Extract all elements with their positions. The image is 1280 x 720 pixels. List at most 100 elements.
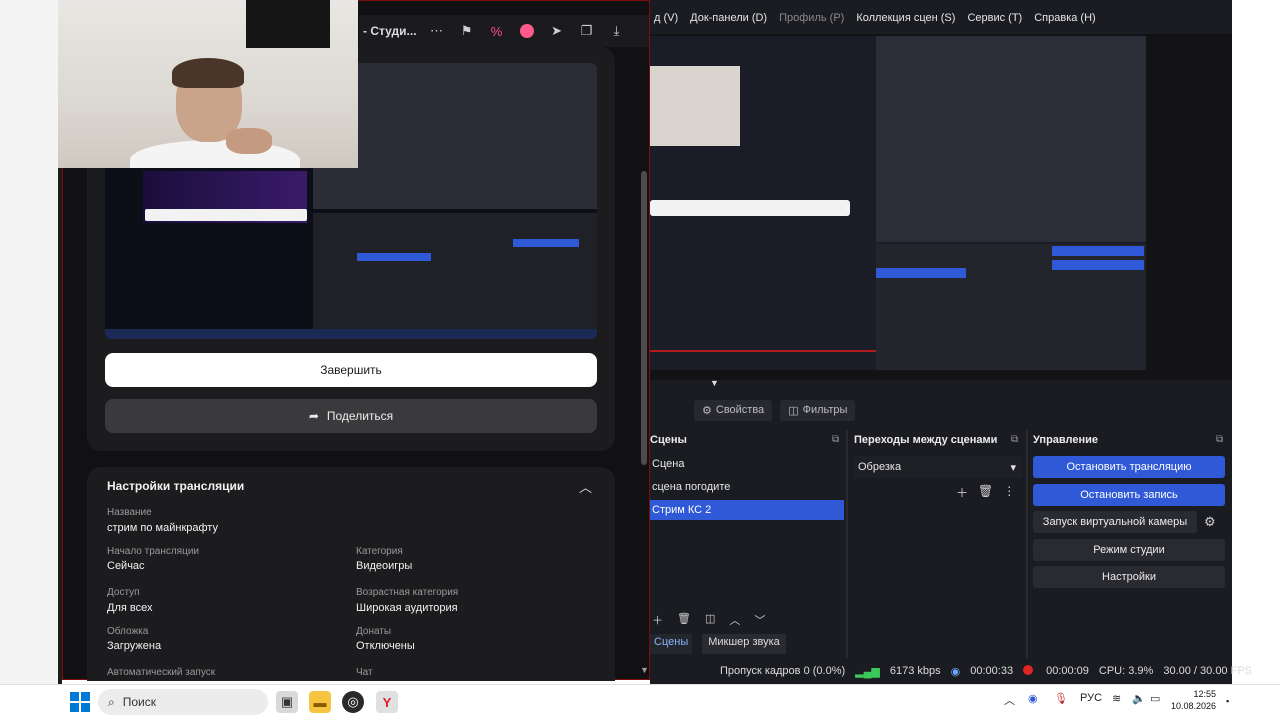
cursor-icon[interactable]: ➤ [547, 21, 567, 41]
menu-tools[interactable]: Сервис (T) [967, 12, 1022, 24]
controls-header: Управление [1033, 434, 1099, 446]
source-toolbar: ⚙ Свойства ◫ Фильтры [650, 396, 1232, 424]
browser-tab-title[interactable]: - Студи... [363, 24, 417, 38]
start-label: Начало трансляции [107, 546, 199, 557]
chat-label: Чат [356, 667, 373, 678]
browser-toolbar: - Студи... ⋯ ⚑ % ➤ ❐ ⤓ [359, 15, 649, 47]
settings-button[interactable]: Настройки [1033, 566, 1225, 588]
record-time: 00:00:09 [1046, 665, 1089, 677]
yandex-browser-icon[interactable]: Y [376, 691, 398, 713]
dock-tabs: Сцены Микшер звука [650, 634, 786, 654]
stop-stream-button[interactable]: Остановить трансляцию [1033, 456, 1225, 478]
record-icon [1023, 664, 1036, 678]
scroll-down-icon[interactable]: ▼ [640, 665, 649, 675]
finish-button[interactable]: Завершить [105, 353, 597, 387]
obs-statusbar: Пропуск кадров 0 (0.0%) ▂▄▆ 6173 kbps ◉ … [720, 662, 1252, 680]
tab-scenes[interactable]: Сцены [650, 634, 693, 654]
arrow-down-icon[interactable]: ﹀ [754, 612, 765, 628]
share-icon: ➦ [308, 409, 319, 423]
access-label: Доступ [107, 587, 140, 598]
dock-divider[interactable] [846, 430, 848, 658]
filter-icon[interactable]: ◫ [705, 612, 715, 628]
more-icon[interactable]: ⋯ [427, 21, 447, 41]
dropped-frames: Пропуск кадров 0 (0.0%) [720, 665, 846, 677]
collections-icon[interactable]: ❐ [577, 21, 597, 41]
scene-item-active[interactable]: Стрим КС 2 [650, 500, 844, 520]
bitrate-icon: ▂▄▆ [855, 665, 880, 678]
obs-preview-canvas[interactable] [650, 36, 1146, 370]
scenes-header: Сцены [650, 434, 687, 446]
scene-item[interactable]: Сцена [650, 454, 844, 474]
microphone-icon[interactable]: 🎙 [1054, 692, 1068, 705]
notification-icon[interactable]: ▪ [1226, 696, 1229, 706]
webcam-overlay [58, 0, 358, 168]
menu-view[interactable]: д (V) [654, 12, 678, 24]
transition-select[interactable]: Обрезка ▾ [854, 456, 1022, 478]
undock-icon[interactable]: ⧉ [1216, 434, 1223, 445]
transitions-header: Переходы между сценами [854, 434, 998, 446]
chevron-down-icon: ▾ [1010, 461, 1016, 474]
stop-recording-button[interactable]: Остановить запись [1033, 484, 1225, 506]
age-label: Возрастная категория [356, 587, 459, 598]
menu-docks[interactable]: Док-панели (D) [690, 12, 767, 24]
age-value: Широкая аудитория [356, 602, 458, 614]
tray-chevron-up-icon[interactable]: ︿ [1004, 692, 1015, 708]
name-value: стрим по майнкрафту [107, 522, 218, 534]
share-button-label: Поделиться [326, 409, 394, 423]
obs-tray-icon[interactable]: ◉ [1028, 692, 1038, 705]
virtual-camera-button[interactable]: Запуск виртуальной камеры [1033, 511, 1197, 533]
download-icon[interactable]: ⤓ [607, 21, 627, 41]
category-label: Категория [356, 546, 403, 557]
file-explorer-icon[interactable]: ▬ [309, 691, 331, 713]
scene-item[interactable]: сцена погодите [650, 477, 844, 497]
trash-icon[interactable]: 🗑 [677, 612, 691, 628]
obs-app-icon[interactable]: ◎ [342, 691, 364, 713]
taskbar-clock[interactable]: 12:55 10.08.2026 [1170, 688, 1216, 712]
category-value: Видеоигры [356, 560, 413, 572]
cover-label: Обложка [107, 626, 149, 637]
scene-tools: ＋ 🗑 ◫ ︿ ﹀ [650, 612, 844, 628]
left-strip [0, 0, 62, 684]
transition-value: Обрезка [858, 461, 902, 473]
studio-mode-button[interactable]: Режим студии [1033, 539, 1225, 561]
language-indicator[interactable]: РУС [1080, 692, 1102, 704]
bookmark-icon[interactable]: ⚑ [457, 21, 477, 41]
tab-audio-mixer[interactable]: Микшер звука [702, 634, 786, 654]
filters-button[interactable]: ◫ Фильтры [780, 399, 856, 421]
menu-profile[interactable]: Профиль (P) [779, 12, 844, 24]
desktop-right-edge [1232, 0, 1280, 684]
menu-help[interactable]: Справка (H) [1034, 12, 1095, 24]
add-icon[interactable]: ＋ [652, 612, 663, 628]
gear-icon[interactable]: ⚙ [1204, 514, 1216, 530]
windows-start-icon[interactable] [70, 692, 90, 712]
search-placeholder: Поиск [122, 695, 156, 709]
share-button[interactable]: ➦ Поделиться [105, 399, 597, 433]
cpu-usage: CPU: 3.9% [1098, 665, 1154, 677]
trash-icon[interactable]: 🗑 [978, 484, 993, 501]
battery-icon[interactable]: ▭ [1150, 692, 1160, 705]
clock-time: 12:55 [1193, 689, 1216, 699]
resize-handle-icon[interactable]: ▼ [710, 378, 719, 388]
browser-scrollbar[interactable] [641, 171, 647, 465]
task-view-icon[interactable]: ▣ [276, 691, 298, 713]
add-icon[interactable]: ＋ [956, 484, 968, 501]
chevron-up-icon[interactable]: ︿ [579, 477, 592, 496]
filter-icon: ◫ [788, 404, 799, 417]
taskbar-search[interactable]: ⌕ Поиск [98, 689, 268, 715]
start-value: Сейчас [107, 560, 145, 572]
undock-icon[interactable]: ⧉ [832, 434, 839, 445]
access-value: Для всех [107, 602, 153, 614]
menu-scene-collection[interactable]: Коллекция сцен (S) [856, 12, 955, 24]
more-vertical-icon[interactable]: ⋮ [1003, 484, 1015, 501]
properties-button[interactable]: ⚙ Свойства [694, 399, 773, 421]
autostart-label: Автоматический запуск [107, 667, 216, 678]
extension-icon[interactable] [517, 21, 537, 41]
wifi-icon[interactable]: ≋ [1112, 692, 1121, 705]
stream-settings-card [87, 467, 615, 681]
arrow-up-icon[interactable]: ︿ [729, 612, 740, 628]
volume-icon[interactable]: 🔈 [1132, 692, 1146, 705]
undock-icon[interactable]: ⧉ [1011, 434, 1018, 445]
properties-label: Свойства [715, 404, 765, 416]
percent-icon[interactable]: % [487, 21, 507, 41]
dock-divider[interactable] [1026, 430, 1028, 658]
